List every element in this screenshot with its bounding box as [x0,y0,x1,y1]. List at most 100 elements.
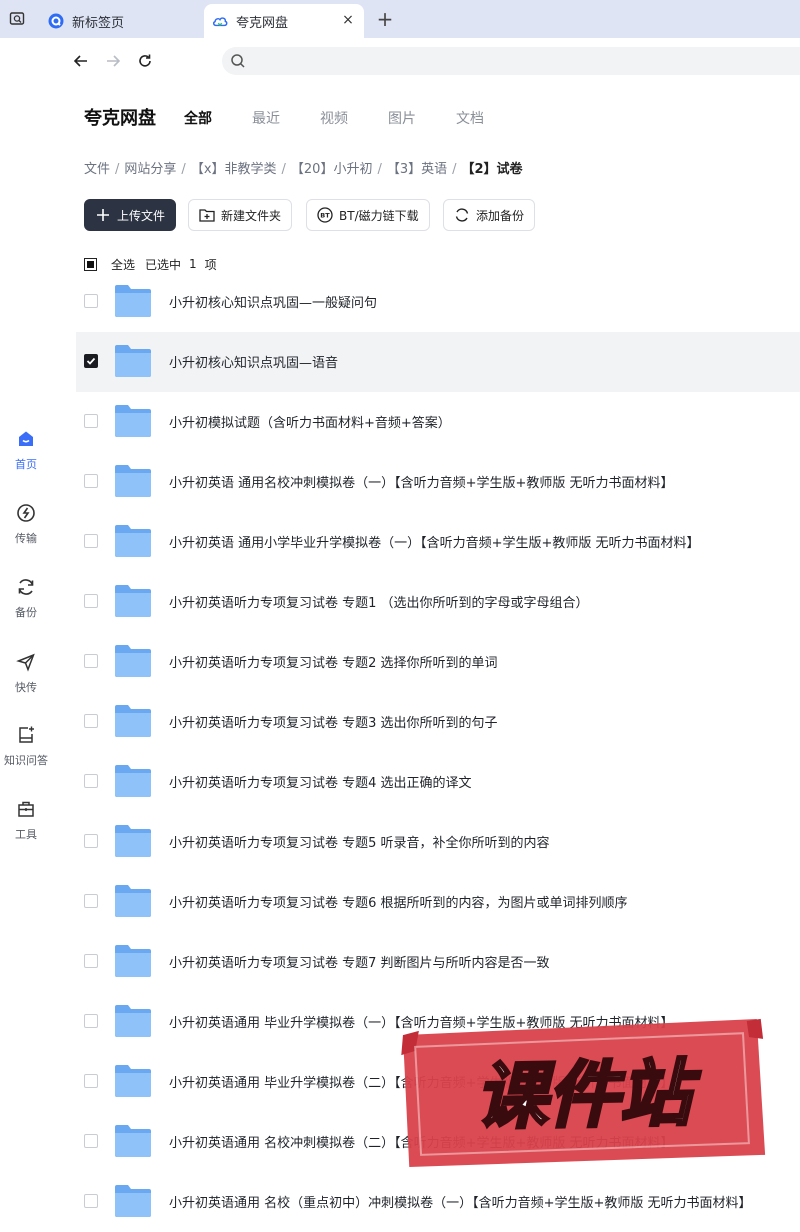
row-checkbox[interactable] [84,1074,98,1088]
tab-search-icon[interactable] [6,8,28,30]
file-row[interactable]: 小升初核心知识点巩固—语音 [76,332,800,392]
file-name[interactable]: 小升初英语听力专项复习试卷 专题1 （选出你所听到的字母或字母组合） [169,592,589,611]
left-sidebar: 首页 传输 备份 快传 知识问答 工具 [0,84,52,1200]
bt-icon: BT [317,207,333,223]
folder-icon [114,824,152,858]
tab-video[interactable]: 视频 [320,108,348,128]
file-row[interactable]: 小升初模拟试题（含听力书面材料+音频+答案） [76,392,800,452]
file-name[interactable]: 小升初英语听力专项复习试卷 专题7 判断图片与所听内容是否一致 [169,952,550,971]
add-backup-button[interactable]: 添加备份 [443,199,536,231]
new-folder-button[interactable]: 新建文件夹 [188,199,293,231]
row-checkbox[interactable] [84,654,98,668]
bt-download-button[interactable]: BT BT/磁力链下载 [306,199,430,231]
new-tab-button[interactable]: + [374,7,396,31]
file-name[interactable]: 小升初英语听力专项复习试卷 专题6 根据所听到的内容，为图片或单词排列顺序 [169,892,628,911]
row-checkbox[interactable] [84,894,98,908]
select-all-label[interactable]: 全选 [111,256,135,273]
file-name[interactable]: 小升初英语听力专项复习试卷 专题4 选出正确的译文 [169,772,472,791]
tab-new-tab[interactable]: 新标签页 [38,4,198,38]
file-row[interactable]: 小升初核心知识点巩固—一般疑问句 [76,272,800,332]
close-tab-icon[interactable]: × [340,12,356,28]
tab-recent[interactable]: 最近 [252,108,280,128]
breadcrumb-separator: / [452,162,457,177]
back-icon[interactable] [70,50,92,72]
folder-icon [114,764,152,798]
file-name[interactable]: 小升初英语 通用名校冲刺模拟卷（一）【含听力音频+学生版+教师版 无听力书面材料… [169,472,674,491]
breadcrumb-item[interactable]: 【20】小升初 [291,162,373,177]
transfer-icon [15,502,37,524]
row-checkbox[interactable] [84,714,98,728]
breadcrumb-separator: / [115,162,120,177]
watermark-stamp: 课件站 [397,1015,770,1171]
forward-icon[interactable] [102,50,124,72]
select-all-checkbox[interactable] [84,257,97,271]
row-checkbox[interactable] [84,474,98,488]
tab-document[interactable]: 文档 [456,108,484,128]
breadcrumb-item[interactable]: 【3】英语 [387,162,447,177]
file-row[interactable]: 小升初英语通用 名校（重点初中）冲刺模拟卷（一）【含听力音频+学生版+教师版 无… [76,1172,800,1232]
file-name[interactable]: 小升初英语通用 名校（重点初中）冲刺模拟卷（一）【含听力音频+学生版+教师版 无… [169,1192,752,1211]
tab-quark-drive[interactable]: 夸克网盘 × [204,4,364,38]
plus-icon [95,207,111,223]
reload-icon[interactable] [134,50,156,72]
row-checkbox[interactable] [84,834,98,848]
sidebar-item-backup[interactable]: 备份 [0,576,52,620]
file-row[interactable]: 小升初英语听力专项复习试卷 专题4 选出正确的译文 [76,752,800,812]
sidebar-item-qa[interactable]: 知识问答 [0,724,52,768]
breadcrumb: 文件 / 网站分享 / 【x】非教学类 / 【20】小升初 / 【3】英语 / 【2】试卷 [84,158,523,177]
sidebar-item-home[interactable]: 首页 [0,428,52,472]
folder-icon [114,1184,152,1218]
add-backup-label: 添加备份 [476,208,525,223]
row-checkbox[interactable] [84,354,98,368]
tab-all[interactable]: 全部 [184,108,212,128]
sidebar-item-tools[interactable]: 工具 [0,798,52,842]
breadcrumb-item[interactable]: 网站分享 [124,162,176,177]
folder-icon [114,1064,152,1098]
file-row[interactable]: 小升初英语听力专项复习试卷 专题3 选出你所听到的句子 [76,692,800,752]
file-row[interactable]: 小升初英语听力专项复习试卷 专题5 听录音，补全你所听到的内容 [76,812,800,872]
file-row[interactable]: 小升初英语 通用名校冲刺模拟卷（一）【含听力音频+学生版+教师版 无听力书面材料… [76,452,800,512]
search-icon [230,53,246,73]
upload-button[interactable]: 上传文件 [84,199,177,231]
row-checkbox[interactable] [84,414,98,428]
file-name[interactable]: 小升初模拟试题（含听力书面材料+音频+答案） [169,412,451,431]
breadcrumb-separator: / [377,162,382,177]
selected-count: 1 [189,257,197,271]
folder-icon [114,1124,152,1158]
file-row[interactable]: 小升初英语听力专项复习试卷 专题1 （选出你所听到的字母或字母组合） [76,572,800,632]
file-row[interactable]: 小升初英语听力专项复习试卷 专题6 根据所听到的内容，为图片或单词排列顺序 [76,872,800,932]
paper-plane-icon [15,651,37,673]
sidebar-item-quick-send[interactable]: 快传 [0,651,52,695]
sidebar-item-label: 首页 [15,458,37,471]
row-checkbox[interactable] [84,534,98,548]
breadcrumb-item[interactable]: 文件 [84,162,110,177]
upload-label: 上传文件 [117,208,166,223]
row-checkbox[interactable] [84,1014,98,1028]
folder-icon [114,404,152,438]
file-name[interactable]: 小升初英语听力专项复习试卷 专题3 选出你所听到的句子 [169,712,498,731]
row-checkbox[interactable] [84,294,98,308]
sidebar-item-label: 知识问答 [4,754,48,767]
file-name[interactable]: 小升初核心知识点巩固—语音 [169,352,338,371]
address-bar[interactable] [222,47,800,75]
file-name[interactable]: 小升初核心知识点巩固—一般疑问句 [169,292,377,311]
file-row[interactable]: 小升初英语听力专项复习试卷 专题7 判断图片与所听内容是否一致 [76,932,800,992]
file-name[interactable]: 小升初英语 通用小学毕业升学模拟卷（一）【含听力音频+学生版+教师版 无听力书面… [169,532,700,551]
file-row[interactable]: 小升初英语 通用小学毕业升学模拟卷（一）【含听力音频+学生版+教师版 无听力书面… [76,512,800,572]
row-checkbox[interactable] [84,1194,98,1208]
folder-icon [114,944,152,978]
row-checkbox[interactable] [84,594,98,608]
tab-image[interactable]: 图片 [388,108,416,128]
folder-icon [114,884,152,918]
file-name[interactable]: 小升初英语听力专项复习试卷 专题5 听录音，补全你所听到的内容 [169,832,550,851]
row-checkbox[interactable] [84,954,98,968]
breadcrumb-separator: / [181,162,186,177]
row-checkbox[interactable] [84,774,98,788]
file-name[interactable]: 小升初英语听力专项复习试卷 专题2 选择你所听到的单词 [169,652,498,671]
checkmark-icon [86,357,96,365]
row-checkbox[interactable] [84,1134,98,1148]
folder-icon [114,644,152,678]
sidebar-item-transfer[interactable]: 传输 [0,502,52,546]
breadcrumb-item[interactable]: 【x】非教学类 [191,162,277,177]
file-row[interactable]: 小升初英语听力专项复习试卷 专题2 选择你所听到的单词 [76,632,800,692]
